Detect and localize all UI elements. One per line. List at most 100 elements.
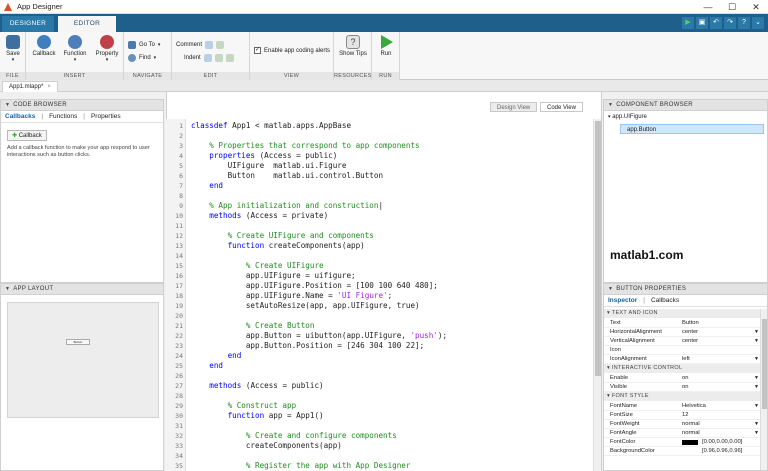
property-value[interactable]: on bbox=[682, 374, 688, 383]
property-row[interactable]: BackgroundColor [0.96,0.96,0.96] bbox=[604, 447, 766, 456]
code-line[interactable]: 33 createComponents(app) bbox=[166, 441, 586, 451]
code-line[interactable]: 16 app.UIFigure = uifigure; bbox=[166, 271, 586, 281]
maximize-button[interactable]: ☐ bbox=[720, 0, 744, 14]
property-row[interactable]: Icon bbox=[604, 346, 766, 355]
document-tab-app1[interactable]: App1.mlapp* × bbox=[2, 81, 58, 92]
property-value[interactable]: normal bbox=[682, 429, 700, 438]
property-value[interactable]: Helvetica bbox=[682, 402, 706, 411]
code-line[interactable]: 28 bbox=[166, 391, 586, 401]
tree-item-uifigure[interactable]: ▾ app.UIFigure bbox=[608, 114, 647, 120]
property-row[interactable]: HorizontalAlignment center ▼ bbox=[604, 328, 766, 337]
property-value[interactable]: [0.96,0.96,0.96] bbox=[702, 447, 742, 456]
code-line[interactable]: 18 app.UIFigure.Name = 'UI Figure'; bbox=[166, 291, 586, 301]
expand-quick-icon[interactable]: ⌄ bbox=[752, 17, 764, 29]
editor-scrollbar-thumb[interactable] bbox=[595, 121, 601, 376]
dropdown-arrow-icon[interactable]: ▼ bbox=[754, 355, 759, 364]
property-value[interactable]: center bbox=[682, 337, 698, 346]
code-line[interactable]: 32 % Create and configure components bbox=[166, 431, 586, 441]
code-line[interactable]: 23 app.Button.Position = [246 304 100 22… bbox=[166, 341, 586, 351]
code-line[interactable]: 11 bbox=[166, 221, 586, 231]
code-line[interactable]: 19 setAutoResize(app, app.UIFigure, true… bbox=[166, 301, 586, 311]
dropdown-arrow-icon[interactable]: ▼ bbox=[754, 328, 759, 337]
dropdown-arrow-icon[interactable]: ▼ bbox=[754, 383, 759, 392]
design-view-button[interactable]: Design View bbox=[490, 102, 538, 112]
code-line[interactable]: 30 function app = App1() bbox=[166, 411, 586, 421]
code-line[interactable]: 35 % Register the app with App Designer bbox=[166, 461, 586, 471]
code-line[interactable]: 20 bbox=[166, 311, 586, 321]
collapse-icon[interactable]: ▼ bbox=[608, 102, 613, 108]
property-row[interactable]: FontName Helvetica ▼ bbox=[604, 402, 766, 411]
code-line[interactable]: 13 function createComponents(app) bbox=[166, 241, 586, 251]
property-row[interactable]: FontSize 12 bbox=[604, 411, 766, 420]
tab-callbacks[interactable]: Callbacks bbox=[5, 113, 35, 120]
tab-property-callbacks[interactable]: Callbacks bbox=[651, 297, 679, 304]
code-line[interactable]: 34 bbox=[166, 451, 586, 461]
property-row[interactable]: IconAlignment left ▼ bbox=[604, 355, 766, 364]
property-row[interactable]: Text Button bbox=[604, 319, 766, 328]
dropdown-arrow-icon[interactable]: ▼ bbox=[754, 429, 759, 438]
coding-alerts-checkbox[interactable]: ✓ Enable app coding alerts bbox=[254, 47, 330, 54]
code-line[interactable]: 17 app.UIFigure.Position = [100 100 640 … bbox=[166, 281, 586, 291]
code-line[interactable]: 26 bbox=[166, 371, 586, 381]
minimize-button[interactable]: — bbox=[696, 0, 720, 14]
app-layout-preview[interactable]: Button bbox=[7, 302, 159, 418]
collapse-icon[interactable]: ▼ bbox=[5, 286, 10, 292]
property-row[interactable]: FontAngle normal ▼ bbox=[604, 429, 766, 438]
property-value[interactable]: normal bbox=[682, 420, 700, 429]
property-row[interactable]: FontWeight normal ▼ bbox=[604, 420, 766, 429]
run-quick-icon[interactable]: ▶ bbox=[682, 17, 694, 29]
tab-editor[interactable]: EDITOR bbox=[58, 16, 116, 32]
code-view-button[interactable]: Code View bbox=[540, 102, 583, 112]
code-line[interactable]: 29 % Construct app bbox=[166, 401, 586, 411]
property-value[interactable]: Button bbox=[682, 319, 699, 328]
run-button[interactable]: Run bbox=[376, 35, 396, 57]
dropdown-arrow-icon[interactable]: ▼ bbox=[754, 402, 759, 411]
save-button[interactable]: Save ▾ bbox=[4, 35, 22, 63]
code-line[interactable]: 5 UIFigure matlab.ui.Figure bbox=[166, 161, 586, 171]
property-value[interactable]: [0.00,0.00,0.00] bbox=[702, 438, 742, 447]
property-value[interactable]: center bbox=[682, 328, 698, 337]
code-line[interactable]: 4 properties (Access = public) bbox=[166, 151, 586, 161]
insert-callback-button[interactable]: Callback bbox=[30, 35, 58, 57]
goto-button[interactable]: Go To ▾ bbox=[128, 41, 160, 49]
property-section-header[interactable]: ▾ INTERACTIVE CONTROL bbox=[604, 364, 766, 373]
insert-property-button[interactable]: Property ▾ bbox=[92, 35, 122, 63]
find-button[interactable]: Find ▾ bbox=[128, 54, 156, 62]
tree-item-button[interactable]: app.Button bbox=[620, 124, 764, 134]
tab-designer[interactable]: DESIGNER bbox=[2, 16, 54, 32]
collapse-icon[interactable]: ▼ bbox=[5, 102, 10, 108]
close-button[interactable]: ✕ bbox=[744, 0, 768, 14]
tree-expand-icon[interactable]: ▾ bbox=[608, 114, 611, 120]
insert-function-button[interactable]: Function ▾ bbox=[60, 35, 90, 63]
code-line[interactable]: 15 % Create UIFigure bbox=[166, 261, 586, 271]
code-line[interactable]: 25 end bbox=[166, 361, 586, 371]
tab-properties[interactable]: Properties bbox=[91, 113, 121, 120]
dropdown-arrow-icon[interactable]: ▼ bbox=[754, 337, 759, 346]
property-scrollbar[interactable] bbox=[760, 309, 767, 470]
dropdown-arrow-icon[interactable]: ▼ bbox=[754, 374, 759, 383]
property-value[interactable]: 12 bbox=[682, 411, 688, 420]
code-line[interactable]: 12 % Create UIFigure and components bbox=[166, 231, 586, 241]
code-line[interactable]: 10 methods (Access = private) bbox=[166, 211, 586, 221]
property-value[interactable]: on bbox=[682, 383, 688, 392]
code-line[interactable]: 27 methods (Access = public) bbox=[166, 381, 586, 391]
code-line[interactable]: 14 bbox=[166, 251, 586, 261]
property-section-header[interactable]: ▾ TEXT AND ICON bbox=[604, 309, 766, 318]
collapse-icon[interactable]: ▼ bbox=[608, 286, 613, 292]
code-line[interactable]: 2 bbox=[166, 131, 586, 141]
redo-quick-icon[interactable]: ↷ bbox=[724, 17, 736, 29]
code-line[interactable]: 3 % Properties that correspond to app co… bbox=[166, 141, 586, 151]
code-line[interactable]: 9 % App initialization and construction| bbox=[166, 201, 586, 211]
tab-functions[interactable]: Functions bbox=[49, 113, 77, 120]
comment-button[interactable]: Comment bbox=[176, 41, 225, 49]
code-line[interactable]: 6 Button matlab.ui.control.Button bbox=[166, 171, 586, 181]
code-line[interactable]: 1 classdef App1 < matlab.apps.AppBase bbox=[166, 121, 586, 131]
add-callback-button[interactable]: ✚ Callback bbox=[7, 130, 47, 141]
property-row[interactable]: Visible on ▼ bbox=[604, 383, 766, 392]
tab-inspector[interactable]: Inspector bbox=[608, 297, 637, 304]
property-scrollbar-thumb[interactable] bbox=[762, 319, 767, 409]
show-tips-button[interactable]: ? Show Tips bbox=[337, 35, 369, 57]
property-row[interactable]: FontColor [0.00,0.00,0.00] bbox=[604, 438, 766, 447]
property-row[interactable]: VerticalAlignment center ▼ bbox=[604, 337, 766, 346]
property-section-header[interactable]: ▾ FONT STYLE bbox=[604, 392, 766, 401]
